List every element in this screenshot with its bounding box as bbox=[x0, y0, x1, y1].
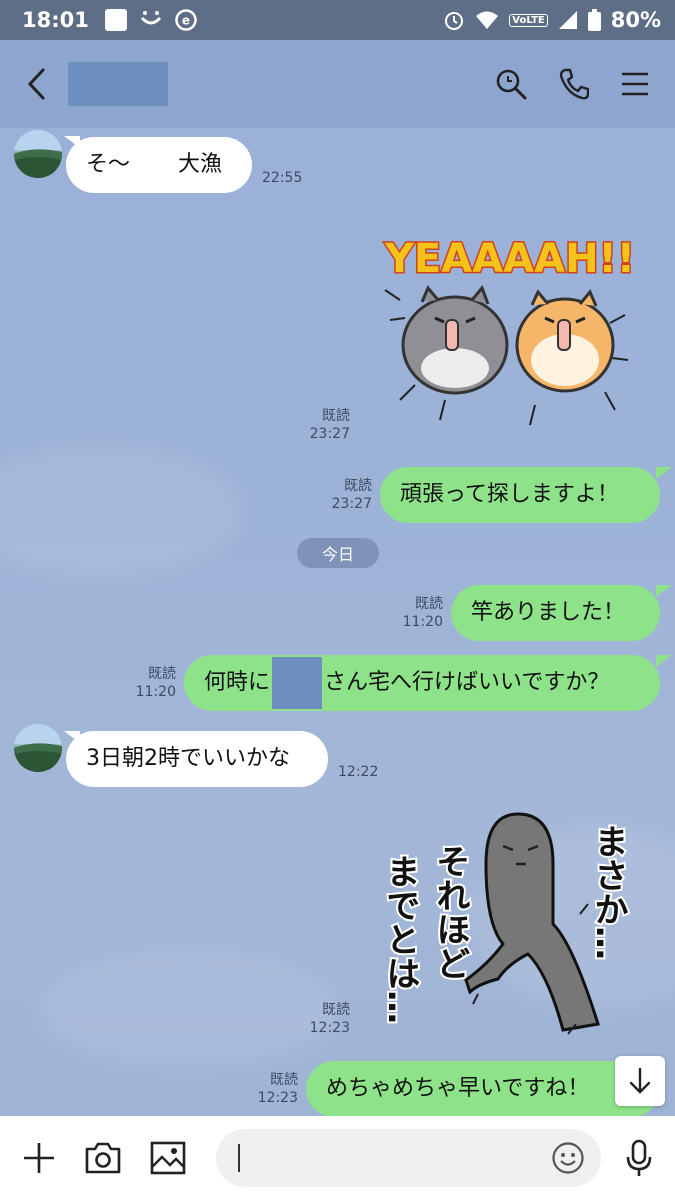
redacted-name bbox=[272, 657, 323, 709]
message-bubble-outgoing[interactable]: 何時に さん宅へ行けばいいですか？ bbox=[184, 655, 660, 711]
message-text: そ〜 bbox=[86, 152, 131, 177]
message-text: さん宅へ行けばいいですか？ bbox=[324, 670, 610, 695]
message-time: 23:27 bbox=[309, 425, 350, 442]
camera-icon bbox=[85, 1142, 121, 1174]
battery-icon bbox=[587, 9, 601, 31]
message-bubble-outgoing[interactable]: めちゃめちゃ早いですね！ bbox=[306, 1061, 660, 1116]
message-meta: 既読 11:20 bbox=[110, 666, 176, 701]
message-time: 12:23 bbox=[257, 1089, 298, 1106]
search-icon bbox=[496, 69, 527, 100]
read-receipt: 既読 bbox=[322, 408, 350, 424]
chat-header bbox=[0, 40, 675, 128]
image-button[interactable] bbox=[150, 1141, 186, 1175]
avatar[interactable] bbox=[14, 130, 62, 178]
message-time: 12:23 bbox=[309, 1019, 350, 1036]
message-time: 11:20 bbox=[135, 683, 176, 700]
message-bubble-incoming[interactable]: 3日朝2時でいいかな bbox=[66, 731, 328, 787]
contact-name-redacted[interactable] bbox=[68, 62, 168, 106]
read-receipt: 既読 bbox=[148, 666, 176, 682]
day-separator: 今日 bbox=[297, 538, 379, 568]
message-text: 竿ありました！ bbox=[471, 600, 626, 625]
message-meta: 既読 11:20 bbox=[370, 596, 443, 631]
background-cloud bbox=[0, 448, 240, 578]
message-meta: 既読 23:27 bbox=[300, 478, 372, 513]
status-bar: 18:01 e VoLTE 80% bbox=[0, 0, 675, 40]
message-text: めちゃめちゃ早いですね！ bbox=[326, 1076, 590, 1101]
sticker-yeah[interactable]: YEAAAAH!! bbox=[380, 220, 640, 440]
message-text: 何時に bbox=[204, 670, 271, 695]
message-meta: 既読 23:27 bbox=[290, 408, 350, 443]
emoji-icon bbox=[552, 1142, 584, 1174]
voice-button[interactable] bbox=[625, 1139, 653, 1177]
image-icon bbox=[150, 1141, 186, 1175]
svg-text:e: e bbox=[182, 14, 190, 28]
text-caret bbox=[238, 1144, 240, 1172]
add-button[interactable] bbox=[22, 1141, 56, 1175]
read-receipt: 既読 bbox=[415, 596, 443, 612]
microphone-icon bbox=[626, 1139, 652, 1176]
arrow-down-icon bbox=[629, 1067, 651, 1094]
status-right: VoLTE 80% bbox=[443, 8, 661, 32]
call-button[interactable] bbox=[559, 68, 589, 100]
search-button[interactable] bbox=[495, 68, 527, 100]
message-text: 大漁 bbox=[178, 152, 223, 177]
read-receipt: 既読 bbox=[322, 1002, 350, 1018]
e-notification-icon: e bbox=[175, 9, 197, 31]
message-bubble-incoming[interactable]: そ〜 大漁 bbox=[66, 137, 252, 193]
emoji-button[interactable] bbox=[551, 1141, 585, 1175]
camera-button[interactable] bbox=[84, 1141, 122, 1175]
read-receipt: 既読 bbox=[344, 478, 372, 494]
read-receipt: 既読 bbox=[270, 1072, 298, 1088]
notification-icons: e bbox=[104, 9, 197, 31]
message-bubble-outgoing[interactable]: 竿ありました！ bbox=[451, 585, 660, 641]
back-button[interactable] bbox=[26, 64, 56, 104]
message-meta: 既読 12:23 bbox=[290, 1002, 350, 1037]
sticker-caption: YEAAAAH!! bbox=[384, 236, 635, 282]
app-notification-icon bbox=[104, 9, 127, 31]
wifi-icon bbox=[476, 11, 499, 29]
message-time: 12:22 bbox=[338, 764, 379, 780]
sticker-caption: までとは… bbox=[380, 854, 420, 1024]
sticker-caption: それほど bbox=[430, 844, 470, 980]
menu-button[interactable] bbox=[621, 71, 649, 97]
scroll-to-bottom-button[interactable] bbox=[615, 1056, 665, 1106]
message-text: 頑張って探しますよ！ bbox=[400, 482, 619, 507]
avatar[interactable] bbox=[14, 724, 62, 772]
smile-notification-icon bbox=[140, 11, 161, 25]
chat-area[interactable]: そ〜 大漁 22:55 既読 23:27 YEAAAAH!! 既読 23:27 bbox=[0, 128, 675, 1116]
sticker-masaka[interactable]: それほど までとは… まさか… bbox=[378, 804, 638, 1040]
volte-badge: VoLTE bbox=[509, 13, 548, 27]
status-time: 18:01 bbox=[22, 8, 89, 32]
message-time: 22:55 bbox=[262, 170, 303, 186]
input-bar bbox=[0, 1116, 675, 1200]
chevron-left-icon bbox=[27, 68, 45, 100]
battery-percent: 80% bbox=[610, 8, 661, 32]
alarm-icon bbox=[445, 12, 464, 30]
message-time: 11:20 bbox=[402, 613, 443, 630]
message-bubble-outgoing[interactable]: 頑張って探しますよ！ bbox=[380, 467, 660, 523]
sticker-caption: まさか… bbox=[588, 824, 628, 960]
phone-icon bbox=[559, 68, 589, 100]
signal-icon bbox=[558, 11, 577, 29]
message-time: 23:27 bbox=[331, 495, 372, 512]
plus-icon bbox=[24, 1143, 54, 1173]
message-text: 3日朝2時でいいかな bbox=[86, 746, 290, 771]
menu-icon bbox=[622, 72, 648, 96]
message-meta: 既読 12:23 bbox=[230, 1072, 298, 1107]
message-input[interactable] bbox=[216, 1129, 601, 1187]
